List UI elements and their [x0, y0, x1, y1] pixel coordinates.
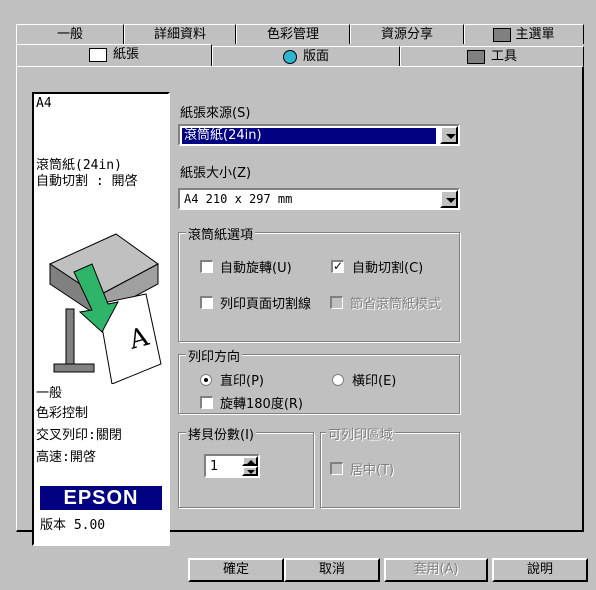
tab-label: 詳細資料 — [153, 27, 206, 42]
paper-source-value: 滾筒紙(24in) — [182, 128, 436, 144]
cancel-button[interactable]: 取消 — [284, 558, 380, 582]
printable-area-title: 可列印區域 — [326, 424, 396, 443]
dropdown-button[interactable] — [440, 190, 458, 208]
tab-label: 版面 — [302, 49, 329, 64]
landscape-radio[interactable] — [332, 374, 344, 386]
tab-details[interactable]: 詳細資料 — [124, 24, 236, 44]
dropdown-button[interactable] — [440, 126, 458, 144]
layout-icon — [282, 49, 297, 64]
paper-source-select[interactable]: 滾筒紙(24in) — [178, 124, 460, 146]
apply-button[interactable]: 套用(A) — [384, 558, 488, 582]
landscape-label: 橫印(E) — [352, 374, 397, 389]
roll-paper-options-title: 滾筒紙選項 — [186, 224, 256, 243]
tab-color-management[interactable]: 色彩管理 — [236, 24, 350, 44]
paper-icon — [88, 47, 107, 62]
tab-label: 資源分享 — [380, 27, 433, 42]
print-page-line-label: 列印頁面切割線 — [220, 297, 312, 312]
chevron-down-icon — [446, 134, 456, 139]
printer-properties-dialog: 一般 詳細資料 色彩管理 資源分享 主選單 紙張 版面 工具 A4 滾筒紙(24… — [0, 0, 596, 590]
paper-source-label: 紙張來源(S) — [180, 106, 251, 121]
chevron-down-icon — [247, 470, 255, 474]
roll-paper-options-group — [178, 232, 460, 342]
tab-label: 一般 — [56, 27, 83, 42]
copies-spinner[interactable]: 1 — [204, 454, 260, 478]
center-checkbox — [330, 462, 343, 475]
spin-down-button[interactable] — [242, 466, 258, 476]
preview-auto-cut: 自動切割 : 開啓 — [36, 174, 138, 189]
paper-size-label: 紙張大小(Z) — [180, 166, 252, 181]
chevron-down-icon — [446, 198, 456, 203]
printer-illustration: A — [48, 233, 162, 384]
paper-size-select[interactable]: A4 210 x 297 mm — [178, 188, 460, 210]
tab-main[interactable]: 主選單 — [464, 24, 584, 44]
tab-layout[interactable]: 版面 — [212, 46, 400, 66]
tab-label: 主選單 — [515, 27, 555, 42]
copies-value: 1 — [210, 459, 219, 474]
chevron-up-icon — [247, 460, 255, 464]
print-page-line-checkbox[interactable] — [200, 296, 213, 309]
preview-setting: 一般 — [36, 386, 63, 401]
preview-setting: 色彩控制 — [36, 406, 89, 421]
radio-selected-dot — [204, 378, 208, 382]
auto-cut-checkbox[interactable]: ✓ — [331, 260, 344, 273]
help-button[interactable]: 說明 — [492, 558, 588, 582]
spin-up-button[interactable] — [242, 456, 258, 466]
tab-sharing[interactable]: 資源分享 — [350, 24, 464, 44]
save-roll-paper-checkbox — [330, 296, 343, 309]
tab-label: 色彩管理 — [266, 27, 319, 42]
tab-utility[interactable]: 工具 — [400, 46, 584, 66]
ok-button[interactable]: 確定 — [188, 558, 284, 582]
preview-setting: 高速:開啓 — [36, 450, 96, 465]
preview-setting: 交叉列印:關閉 — [36, 428, 122, 443]
paper-size-value: A4 210 x 297 mm — [184, 192, 293, 206]
utility-icon — [466, 49, 485, 64]
driver-version: 版本 5.00 — [40, 518, 106, 533]
copies-title: 拷貝份數(I) — [186, 424, 256, 443]
auto-cut-label: 自動切割(C) — [352, 261, 424, 276]
portrait-label: 直印(P) — [220, 374, 264, 389]
center-label: 居中(T) — [350, 463, 395, 478]
tab-label: 工具 — [490, 49, 517, 64]
settings-preview: A4 滾筒紙(24in) 自動切割 : 開啓 A 一般 色彩控制 交叉列印:關閉… — [32, 92, 170, 546]
portrait-radio[interactable] — [200, 374, 212, 386]
tab-paper[interactable]: 紙張 — [16, 44, 212, 66]
auto-rotate-checkbox[interactable] — [200, 260, 213, 273]
orientation-title: 列印方向 — [186, 346, 243, 365]
save-roll-paper-label: 節省滾筒紙模式 — [350, 297, 442, 312]
tab-label: 紙張 — [112, 47, 139, 62]
auto-rotate-label: 自動旋轉(U) — [220, 261, 292, 276]
preview-paper-size: A4 — [36, 96, 52, 111]
epson-logo: EPSON — [40, 486, 162, 510]
main-menu-icon — [493, 27, 512, 42]
rotate-180-checkbox[interactable] — [200, 396, 213, 409]
rotate-180-label: 旋轉180度(R) — [220, 397, 303, 412]
tab-general[interactable]: 一般 — [16, 24, 124, 44]
